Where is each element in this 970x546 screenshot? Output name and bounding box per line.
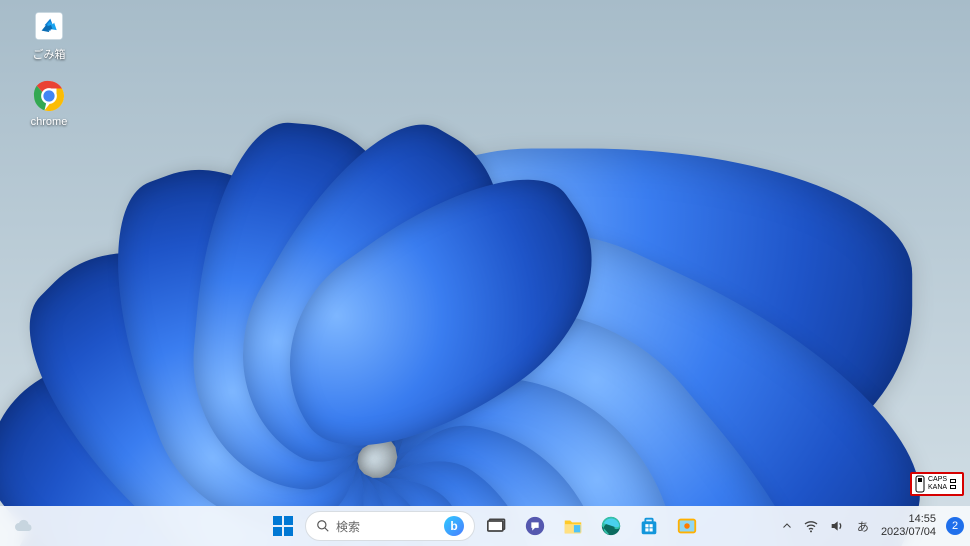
desktop-wallpaper <box>0 0 970 546</box>
caps-led <box>950 479 956 483</box>
teams-chat-icon <box>524 515 546 537</box>
kana-label: KANA <box>928 484 947 492</box>
bing-chat-icon[interactable]: b <box>444 516 464 536</box>
notification-badge[interactable]: 2 <box>946 517 964 535</box>
clock-date: 2023/07/04 <box>881 526 936 539</box>
volume-icon <box>829 518 845 534</box>
chat-button[interactable] <box>519 510 551 542</box>
taskbar: 検索 b <box>0 506 970 546</box>
edge-button[interactable] <box>595 510 627 542</box>
windows-logo-icon <box>272 515 294 537</box>
app-tile-icon <box>676 515 698 537</box>
edge-icon <box>600 515 622 537</box>
desktop-icon-recycle-bin[interactable]: ごみ箱 <box>14 8 84 62</box>
file-explorer-icon <box>562 515 584 537</box>
tray-overflow-button[interactable] <box>781 520 793 532</box>
chrome-icon <box>31 78 67 114</box>
search-icon <box>316 519 330 533</box>
caps-label: CAPS <box>928 476 947 484</box>
ime-indicator[interactable]: あ <box>855 518 871 535</box>
chevron-up-icon <box>781 520 793 532</box>
weather-cloud-icon <box>12 514 36 538</box>
microsoft-store-icon <box>638 515 660 537</box>
indicator-glyph-icon <box>915 475 925 493</box>
tray-network-button[interactable] <box>803 518 819 534</box>
caps-kana-indicator[interactable]: CAPS KANA <box>910 472 964 496</box>
desktop-icon-chrome[interactable]: chrome <box>14 78 84 128</box>
desktop-icon-label: chrome <box>31 116 68 128</box>
clock-button[interactable]: 14:55 2023/07/04 <box>881 513 936 539</box>
pinned-app-button[interactable] <box>671 510 703 542</box>
store-button[interactable] <box>633 510 665 542</box>
wifi-icon <box>803 518 819 534</box>
recycle-bin-icon <box>31 8 67 44</box>
desktop-icon-label: ごみ箱 <box>33 46 66 62</box>
tray-volume-button[interactable] <box>829 518 845 534</box>
clock-time: 14:55 <box>881 513 936 526</box>
search-input[interactable]: 検索 b <box>305 511 475 541</box>
kana-led <box>950 485 956 489</box>
task-view-button[interactable] <box>481 510 513 542</box>
wallpaper-bloom <box>132 0 970 546</box>
search-placeholder: 検索 <box>336 518 438 535</box>
start-button[interactable] <box>267 510 299 542</box>
task-view-icon <box>487 516 507 536</box>
file-explorer-button[interactable] <box>557 510 589 542</box>
weather-widget[interactable] <box>8 510 40 542</box>
